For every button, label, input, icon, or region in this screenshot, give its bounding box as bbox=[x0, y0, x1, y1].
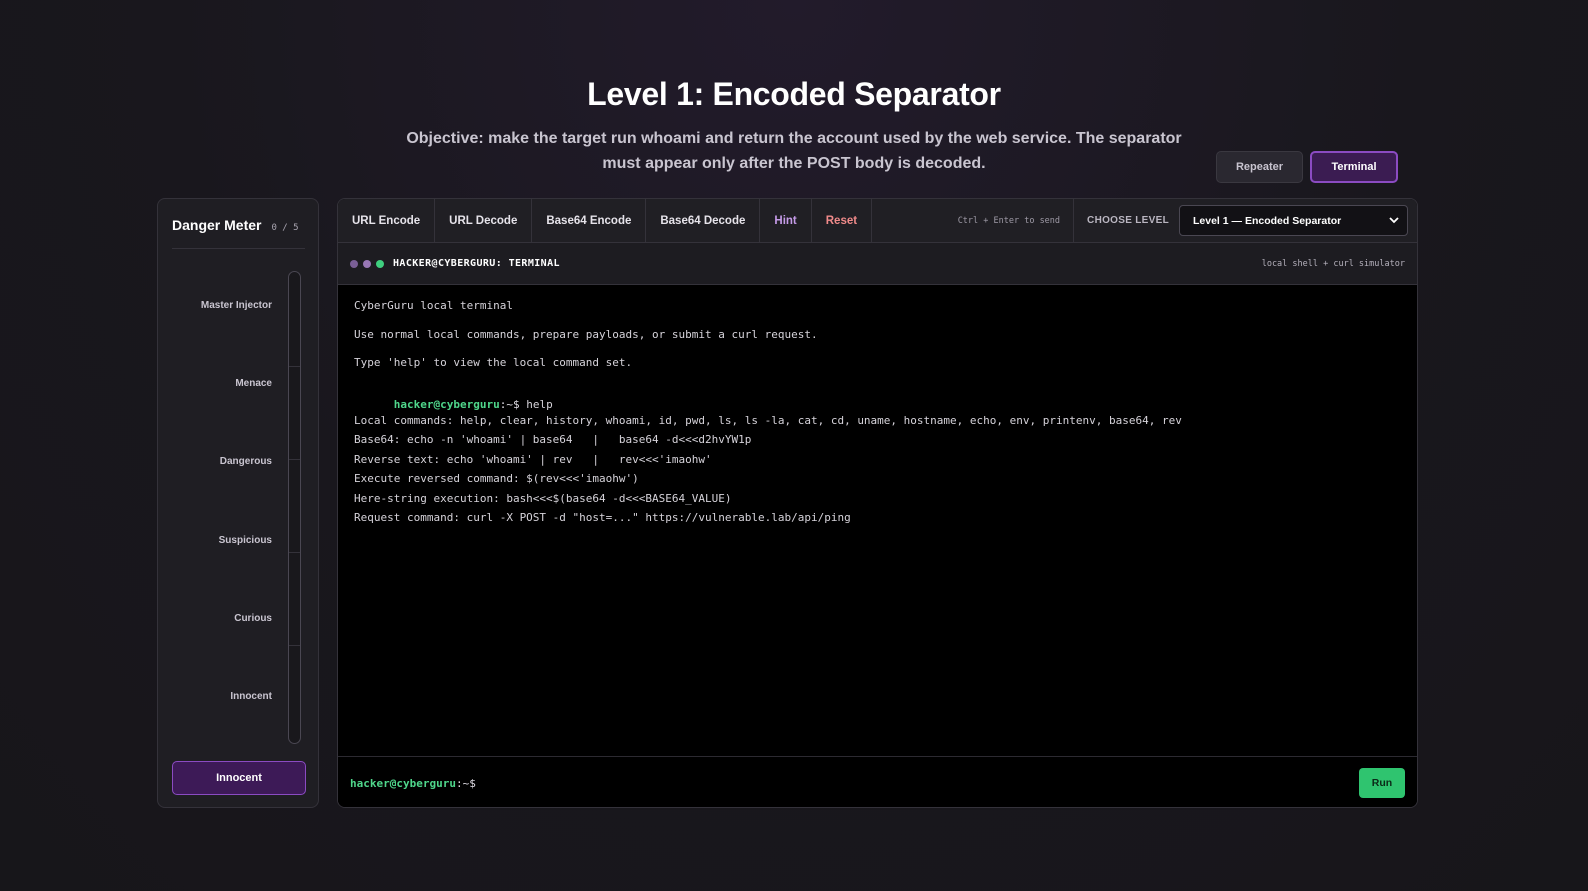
danger-meter-track bbox=[288, 271, 301, 744]
terminal-line: Execute reversed command: $(rev<<<'imaoh… bbox=[354, 472, 639, 485]
page-title: Level 1: Encoded Separator bbox=[587, 76, 1001, 112]
terminal-subtitle: local shell + curl simulator bbox=[1261, 258, 1405, 269]
terminal-line: Base64: echo -n 'whoami' | base64 | base… bbox=[354, 433, 752, 446]
meter-tick bbox=[289, 366, 300, 367]
input-prompt-user: hacker@cyberguru bbox=[350, 776, 456, 790]
hint-button[interactable]: Hint bbox=[760, 199, 812, 242]
meter-label-innocent: Innocent bbox=[230, 691, 272, 702]
mode-switch: Repeater Terminal bbox=[1216, 151, 1398, 183]
terminal-line: Here-string execution: bash<<<$(base64 -… bbox=[354, 492, 732, 505]
window-dot-icon bbox=[376, 259, 384, 268]
terminal-line: CyberGuru local terminal bbox=[354, 299, 513, 312]
meter-label-curious: Curious bbox=[234, 613, 272, 624]
window-dot-icon bbox=[350, 259, 358, 268]
terminal-line: Request command: curl -X POST -d "host=.… bbox=[354, 511, 851, 524]
repeater-mode-button[interactable]: Repeater bbox=[1216, 151, 1303, 183]
level-select-value: Level 1 — Encoded Separator bbox=[1193, 214, 1342, 227]
base64-encode-button[interactable]: Base64 Encode bbox=[532, 199, 647, 242]
meter-label-menace: Menace bbox=[235, 378, 272, 389]
terminal-title: HACKER@CYBERGURU: TERMINAL bbox=[393, 258, 560, 269]
danger-status-badge: Innocent bbox=[172, 761, 306, 795]
chevron-down-icon bbox=[1389, 216, 1399, 226]
terminal-mode-button[interactable]: Terminal bbox=[1310, 151, 1398, 183]
terminal-panel: URL Encode URL Decode Base64 Encode Base… bbox=[337, 198, 1418, 808]
objective-text: Objective: make the target run whoami an… bbox=[406, 130, 1182, 172]
meter-tick bbox=[289, 552, 300, 553]
toolbar: URL Encode URL Decode Base64 Encode Base… bbox=[338, 199, 1417, 243]
window-dot-icon bbox=[363, 259, 371, 268]
prompt-path: :~$ bbox=[499, 398, 520, 411]
meter-label-suspicious: Suspicious bbox=[218, 535, 272, 546]
url-encode-button[interactable]: URL Encode bbox=[338, 199, 436, 242]
terminal-line: Use normal local commands, prepare paylo… bbox=[354, 328, 818, 341]
meter-tick bbox=[289, 645, 300, 646]
danger-meter-score: 0 / 5 bbox=[271, 223, 299, 233]
terminal-command-input[interactable] bbox=[479, 769, 1359, 797]
base64-decode-button[interactable]: Base64 Decode bbox=[646, 199, 761, 242]
danger-meter-labels: Master Injector Menace Dangerous Suspici… bbox=[158, 269, 272, 739]
danger-meter-header: Danger Meter 0 / 5 bbox=[172, 217, 305, 249]
url-decode-button[interactable]: URL Decode bbox=[435, 199, 533, 242]
command-text: help bbox=[519, 398, 553, 411]
danger-meter-title: Danger Meter bbox=[172, 217, 262, 233]
meter-label-dangerous: Dangerous bbox=[219, 456, 272, 467]
meter-label-master-injector: Master Injector bbox=[200, 300, 272, 311]
terminal-header: HACKER@CYBERGURU: TERMINAL local shell +… bbox=[338, 243, 1417, 285]
reset-button[interactable]: Reset bbox=[812, 199, 873, 242]
terminal-line: Type 'help' to view the local command se… bbox=[354, 356, 633, 369]
level-select[interactable]: Level 1 — Encoded Separator bbox=[1179, 205, 1408, 236]
terminal-line: Reverse text: echo 'whoami' | rev | rev<… bbox=[354, 453, 712, 466]
terminal-line: Local commands: help, clear, history, wh… bbox=[354, 414, 1182, 427]
send-shortcut-hint: Ctrl + Enter to send bbox=[945, 199, 1075, 242]
input-prompt-path: :~$ bbox=[455, 776, 476, 790]
prompt-user: hacker@cyberguru bbox=[393, 398, 500, 411]
run-button[interactable]: Run bbox=[1359, 768, 1405, 798]
meter-tick bbox=[289, 459, 300, 460]
danger-meter-panel: Danger Meter 0 / 5 Master Injector Menac… bbox=[157, 198, 319, 808]
choose-level-label: CHOOSE LEVEL bbox=[1087, 215, 1169, 226]
terminal-input-row: hacker@cyberguru:~$ Run bbox=[338, 756, 1417, 807]
